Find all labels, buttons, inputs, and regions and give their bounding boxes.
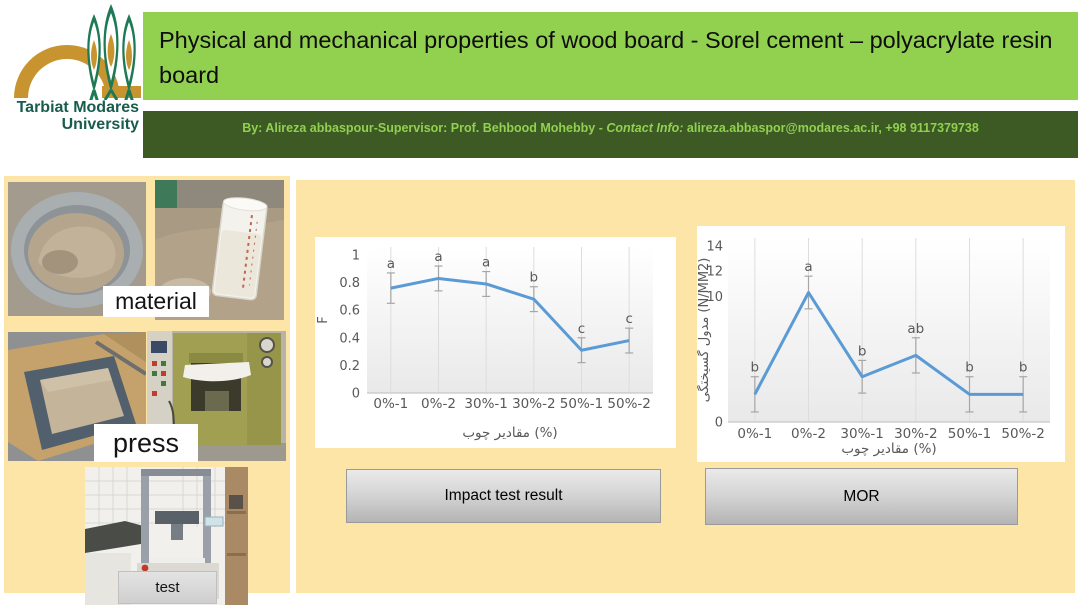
svg-text:مقادیر چوب (%): مقادیر چوب (%) bbox=[462, 425, 557, 441]
svg-text:30%-2: 30%-2 bbox=[512, 396, 555, 412]
svg-text:a: a bbox=[387, 256, 395, 272]
svg-text:0.8: 0.8 bbox=[339, 276, 360, 291]
svg-text:a: a bbox=[434, 249, 442, 265]
university-name: Tarbiat Modares University bbox=[4, 99, 139, 133]
caption-test: test bbox=[118, 571, 217, 604]
university-logo bbox=[8, 2, 141, 100]
svg-text:50%-1: 50%-1 bbox=[948, 426, 991, 442]
svg-text:0.2: 0.2 bbox=[339, 359, 360, 374]
svg-text:0%-2: 0%-2 bbox=[791, 426, 826, 442]
impact-test-result-button[interactable]: Impact test result bbox=[346, 469, 661, 523]
contact-info-value: alireza.abbaspor@modares.ac.ir, +98 9117… bbox=[683, 121, 978, 135]
svg-text:1: 1 bbox=[352, 249, 360, 264]
poster-slide: Tarbiat Modares University Physical and … bbox=[0, 0, 1078, 605]
svg-text:F: F bbox=[316, 316, 331, 323]
cypress-trees bbox=[87, 4, 136, 100]
mor-chart: 0101214b0%-1a0%-2b30%-1ab30%-2b50%-1b50%… bbox=[697, 226, 1065, 462]
svg-text:b: b bbox=[1019, 360, 1028, 376]
svg-text:0%-1: 0%-1 bbox=[737, 426, 772, 442]
mor-button[interactable]: MOR bbox=[705, 468, 1018, 525]
svg-text:50%-2: 50%-2 bbox=[607, 396, 650, 412]
svg-text:ab: ab bbox=[907, 321, 924, 337]
svg-text:مدول گسیختگی (N/MM2): مدول گسیختگی (N/MM2) bbox=[697, 258, 712, 403]
svg-text:0.6: 0.6 bbox=[339, 304, 360, 319]
university-name-line2: University bbox=[4, 116, 139, 133]
svg-text:50%-1: 50%-1 bbox=[560, 396, 603, 412]
svg-text:b: b bbox=[965, 360, 974, 376]
svg-text:a: a bbox=[482, 255, 490, 271]
contact-info-label: Contact Info: bbox=[606, 121, 683, 135]
svg-text:14: 14 bbox=[706, 240, 723, 255]
svg-text:c: c bbox=[578, 321, 585, 337]
svg-text:0%-2: 0%-2 bbox=[421, 396, 456, 412]
svg-text:50%-2: 50%-2 bbox=[1001, 426, 1044, 442]
svg-text:30%-1: 30%-1 bbox=[840, 426, 883, 442]
svg-text:b: b bbox=[530, 270, 539, 286]
svg-text:0%-1: 0%-1 bbox=[373, 396, 408, 412]
svg-text:b: b bbox=[751, 360, 760, 376]
caption-press: press bbox=[94, 424, 198, 462]
svg-text:0.4: 0.4 bbox=[339, 331, 360, 346]
byline-authors: By: Alireza abbaspour-Supervisor: Prof. … bbox=[242, 121, 606, 135]
svg-text:30%-1: 30%-1 bbox=[464, 396, 507, 412]
svg-text:30%-2: 30%-2 bbox=[894, 426, 937, 442]
svg-text:c: c bbox=[625, 311, 632, 327]
svg-text:0: 0 bbox=[715, 416, 723, 431]
svg-text:مقادیر چوب (%): مقادیر چوب (%) bbox=[841, 441, 936, 457]
caption-material: material bbox=[103, 286, 209, 317]
impact-chart: 0 0.2 0.4 0.6 0.8 1 a 0%-1 a 0%-2 a 30%-1 b 30%-2 c 50%… bbox=[315, 237, 676, 448]
svg-text:0: 0 bbox=[352, 387, 360, 402]
byline-bar: By: Alireza abbaspour-Supervisor: Prof. … bbox=[143, 111, 1078, 158]
svg-text:b: b bbox=[858, 343, 867, 359]
svg-text:a: a bbox=[804, 259, 812, 275]
university-name-line1: Tarbiat Modares bbox=[4, 99, 139, 116]
poster-title: Physical and mechanical properties of wo… bbox=[143, 12, 1078, 100]
